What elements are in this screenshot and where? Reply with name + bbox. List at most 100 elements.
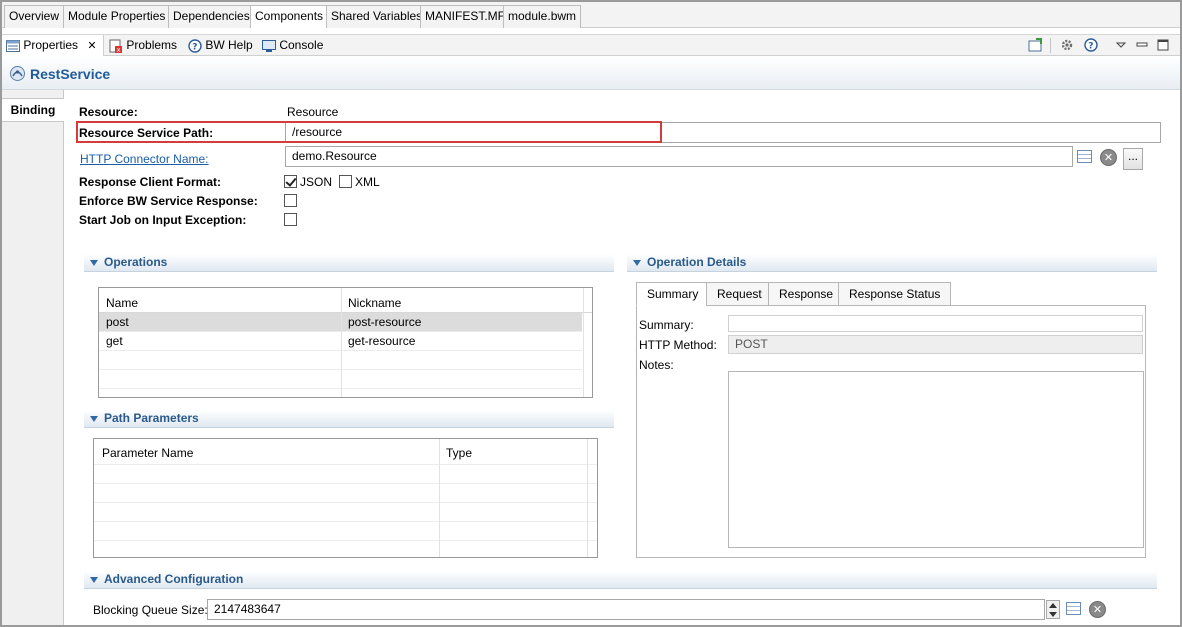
tab-console[interactable]: Console [262,35,323,56]
notes-label: Notes: [639,358,674,372]
summary-input[interactable] [728,315,1143,332]
notes-textarea[interactable] [728,371,1144,548]
tab-module-bwm[interactable]: module.bwm [503,5,582,28]
http-method-value: POST [728,335,1143,354]
table-row-empty [94,522,597,541]
start-job-checkbox[interactable] [284,213,297,226]
stepper-down-icon[interactable] [1049,612,1057,617]
properties-header: RestService [2,56,1180,90]
summary-label: Summary: [639,318,694,332]
tab-request[interactable]: Request [706,282,773,306]
enforce-response-checkbox[interactable] [284,194,297,207]
tab-components[interactable]: Components [250,5,329,28]
column-divider [587,439,588,557]
collapse-icon[interactable] [90,259,98,266]
table-row-empty [94,484,597,503]
help-icon: ? [188,39,202,53]
tab-response-status[interactable]: Response Status [838,282,952,306]
close-icon[interactable]: ✕ [87,40,96,52]
advanced-title: Advanced Configuration [104,572,244,586]
console-icon [262,39,276,52]
editor-tab-bar: Overview Module Properties Dependencies … [2,2,1180,28]
resource-value: Resource [287,105,339,119]
operation-nickname: get-resource [348,334,416,348]
operation-name: get [106,334,123,348]
tab-dependencies[interactable]: Dependencies [168,5,255,28]
highlight-box [76,121,662,143]
view-menu-icon[interactable] [1114,38,1128,52]
page-title: RestService [30,66,111,82]
svg-text:x: x [117,46,121,53]
format-label: Response Client Format: [79,175,222,189]
table-icon[interactable] [1066,602,1081,615]
tab-overview[interactable]: Overview [4,5,65,28]
side-tab-binding[interactable]: Binding [2,98,64,122]
properties-icon [6,39,20,52]
stepper-up-icon[interactable] [1049,603,1057,608]
collapse-icon[interactable] [90,576,98,583]
queue-size-label: Blocking Queue Size: [93,603,208,617]
clear-icon[interactable] [1100,149,1117,166]
tab-response[interactable]: Response [768,282,845,306]
svg-text:?: ? [1088,42,1093,52]
xml-label: XML [355,175,380,189]
tab-properties[interactable]: Properties ✕ [2,35,104,56]
start-job-label: Start Job on Input Exception: [79,213,247,227]
enforce-response-label: Enforce BW Service Response: [79,194,258,208]
collapse-icon[interactable] [90,415,98,422]
operations-table: Name Nickname post post-resource get get… [98,287,593,398]
http-method-label: HTTP Method: [639,338,717,352]
help-icon[interactable]: ? [1084,38,1098,52]
table-row-empty [94,503,597,522]
column-header-nickname[interactable]: Nickname [341,292,401,313]
tab-summary[interactable]: Summary [636,282,710,306]
queue-size-input[interactable]: 2147483647 [207,599,1045,620]
operation-name: post [106,315,129,329]
http-connector-input[interactable]: demo.Resource [285,146,1073,167]
svg-text:?: ? [192,42,197,52]
tab-bw-help[interactable]: ? BW Help [188,35,253,56]
minimize-icon[interactable] [1135,38,1149,52]
path-parameters-section-header[interactable]: Path Parameters [84,410,614,428]
tab-module-properties[interactable]: Module Properties [63,5,171,28]
column-header-type[interactable]: Type [439,441,472,465]
resource-label: Resource: [79,105,138,119]
json-label: JSON [300,175,333,189]
queue-size-stepper[interactable] [1046,600,1060,619]
tab-problems[interactable]: x Problems [109,35,177,56]
advanced-section-header[interactable]: Advanced Configuration [84,571,1157,589]
clear-icon[interactable] [1089,601,1106,618]
browse-button[interactable]: ... [1123,148,1143,170]
table-header-row: Name Nickname [99,292,592,313]
tab-shared-variables[interactable]: Shared Variables [326,5,428,28]
operation-nickname: post-resource [348,315,422,329]
rest-service-icon [10,66,25,81]
xml-checkbox[interactable] [339,175,352,188]
json-checkbox[interactable] [284,175,297,188]
table-header-row: Parameter Name Type [94,441,597,465]
tab-bw-help-label: BW Help [205,38,253,52]
tab-manifest[interactable]: MANIFEST.MF [420,5,510,28]
column-header-parameter-name[interactable]: Parameter Name [95,441,193,465]
column-divider [341,288,342,397]
collapse-icon[interactable] [633,259,641,266]
problems-icon: x [109,39,122,53]
view-tab-bar: Properties ✕ x Problems ? BW Help Consol… [2,34,1180,56]
operation-details-section-header[interactable]: Operation Details [627,254,1157,272]
side-tab-strip [2,90,64,625]
table-icon[interactable] [1077,150,1092,163]
column-divider [439,439,440,557]
column-header-name[interactable]: Name [99,292,138,313]
settings-icon[interactable] [1060,38,1074,52]
http-connector-link[interactable]: HTTP Connector Name: [80,152,209,166]
pin-icon[interactable] [1028,38,1042,52]
tab-properties-label: Properties [23,38,79,52]
operation-details-title: Operation Details [647,255,747,269]
toolbar-separator [1050,38,1051,53]
tab-console-label: Console [279,38,324,52]
operations-section-header[interactable]: Operations [84,254,614,272]
operations-title: Operations [104,255,168,269]
maximize-icon[interactable] [1156,38,1170,52]
path-parameters-title: Path Parameters [104,411,199,425]
table-row-empty [94,465,597,484]
